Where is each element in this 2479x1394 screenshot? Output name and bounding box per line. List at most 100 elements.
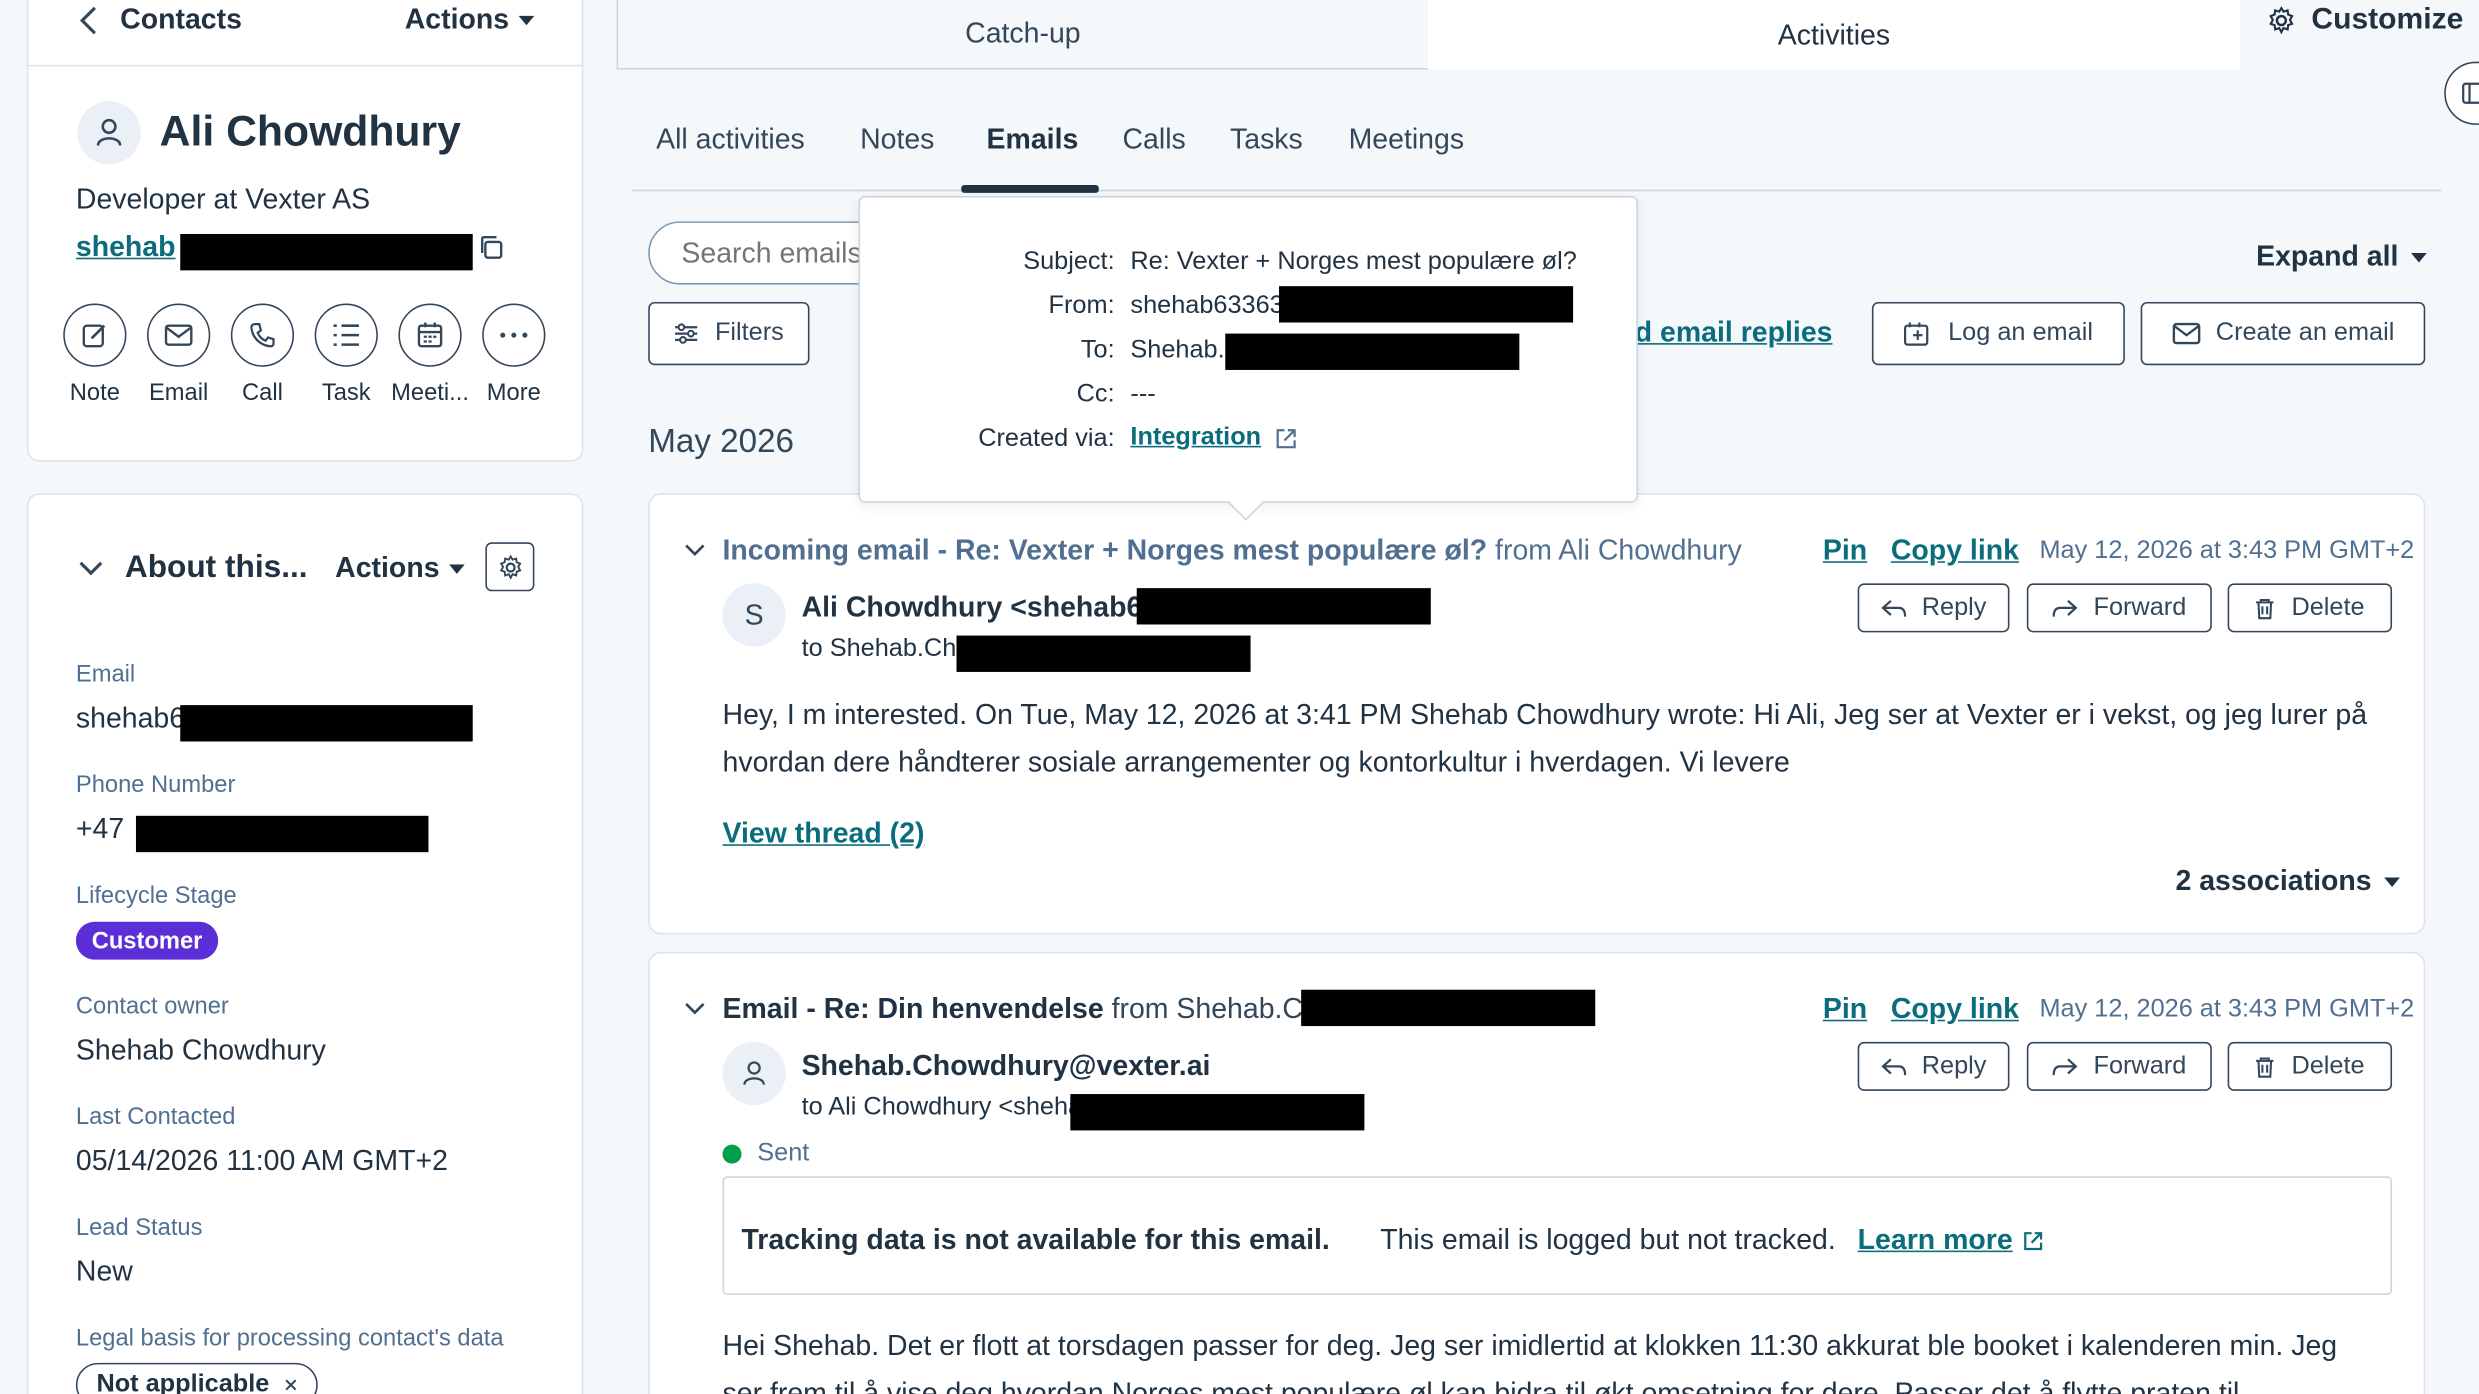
redacted-block <box>135 815 429 853</box>
person-icon <box>743 1061 765 1086</box>
lead-status-value[interactable]: New <box>76 1255 133 1288</box>
email2-copy-link[interactable]: Copy link <box>1891 993 2019 1026</box>
email2-pin-link[interactable]: Pin <box>1823 993 1867 1026</box>
active-tab-underline <box>961 184 1099 193</box>
email-details-tooltip: Subject: Re: Vexter + Norges mest populæ… <box>858 196 1638 503</box>
caret-down-icon <box>518 15 535 25</box>
email-prop-value[interactable]: shehab6 <box>76 702 185 735</box>
lifecycle-badge-label: Customer <box>91 927 203 955</box>
email1-sender: Ali Chowdhury <shehab6 <box>801 591 1143 623</box>
tooltip-from-value: shehab63363 <box>1130 292 1284 320</box>
quick-action-call[interactable]: Call <box>221 303 303 406</box>
contact-email-link[interactable]: shehab <box>76 231 176 264</box>
subtab-tasks[interactable]: Tasks <box>1230 123 1303 156</box>
email2-from-label: from Shehab.C <box>1111 992 1303 1025</box>
back-to-contacts[interactable]: Contacts <box>79 3 242 36</box>
email1-forward-button[interactable]: Forward <box>2026 583 2212 633</box>
email2-collapse-toggle[interactable] <box>685 1002 706 1015</box>
create-email-button[interactable]: Create an email <box>2140 301 2426 366</box>
quick-action-note[interactable]: Note <box>54 303 136 406</box>
integration-link[interactable]: Integration <box>1130 424 1297 452</box>
tracking-title: Tracking data is not available for this … <box>741 1223 1330 1256</box>
email-prop-label: Email <box>75 660 136 688</box>
about-collapse-toggle[interactable]: About this... <box>79 550 308 586</box>
copy-icon[interactable] <box>477 234 504 261</box>
contact-name: Ali Chowdhury <box>159 107 461 155</box>
email2-subject: Email - Re: Din henvendelse <box>722 992 1104 1025</box>
quick-action-label: Task <box>321 379 371 407</box>
redacted-block <box>180 705 473 742</box>
note-icon <box>63 303 127 367</box>
header-divider <box>26 64 584 67</box>
quick-action-meeting[interactable]: Meeti... <box>389 303 471 406</box>
email2-title[interactable]: Email - Re: Din henvendelse from Shehab.… <box>723 993 1303 1026</box>
subtab-emails[interactable]: Emails <box>987 123 1079 156</box>
subtab-divider <box>632 189 2442 192</box>
email1-avatar: S <box>722 583 786 647</box>
learn-more-label: Learn more <box>1857 1223 2013 1256</box>
sidebar-toggle-button[interactable] <box>2444 61 2479 125</box>
tab-label: Catch-up <box>965 17 1081 50</box>
reply-label: Reply <box>1921 1052 1987 1080</box>
email1-pin-link[interactable]: Pin <box>1823 534 1867 567</box>
email1-body-line-1: Hey, I m interested. On Tue, May 12, 202… <box>722 698 2368 731</box>
learn-more-link[interactable]: Learn more <box>1858 1224 2045 1257</box>
tab-activities[interactable]: Activities <box>1427 0 2241 70</box>
phone-prop-value[interactable]: +47 <box>76 813 124 846</box>
email1-collapse-toggle[interactable] <box>685 544 706 557</box>
close-icon[interactable] <box>285 1379 298 1392</box>
legal-basis-tag[interactable]: Not applicable <box>75 1362 319 1394</box>
subtab-calls[interactable]: Calls <box>1123 123 1186 156</box>
month-heading: May 2026 <box>648 423 795 461</box>
quick-action-email[interactable]: Email <box>138 303 220 406</box>
subtab-all-activities[interactable]: All activities <box>656 123 805 156</box>
email1-title[interactable]: Incoming email - Re: Vexter + Norges mes… <box>723 534 1742 567</box>
caret-down-icon <box>449 563 465 574</box>
sliders-icon <box>674 323 699 345</box>
phone-prop-label: Phone Number <box>75 771 236 799</box>
associations-label: 2 associations <box>2175 864 2372 897</box>
log-email-button[interactable]: Log an email <box>1871 301 2125 366</box>
email2-reply-button[interactable]: Reply <box>1857 1041 2010 1091</box>
tooltip-to-label: To: <box>1080 336 1115 364</box>
about-actions-dropdown[interactable]: Actions <box>335 552 465 585</box>
quick-action-label: More <box>486 379 541 407</box>
associations-dropdown[interactable]: 2 associations <box>2175 864 2401 898</box>
filters-label: Filters <box>714 319 784 347</box>
forward-label: Forward <box>2093 1052 2187 1080</box>
owner-prop-value[interactable]: Shehab Chowdhury <box>76 1034 326 1067</box>
about-settings-button[interactable] <box>485 542 535 592</box>
sent-status: Sent <box>722 1140 809 1168</box>
email2-delete-button[interactable]: Delete <box>2227 1041 2393 1091</box>
last-contacted-label: Last Contacted <box>75 1103 236 1131</box>
subtab-notes[interactable]: Notes <box>860 123 934 156</box>
tab-catch-up[interactable]: Catch-up <box>616 0 1430 70</box>
header-actions-dropdown[interactable]: Actions <box>405 3 535 36</box>
subtab-meetings[interactable]: Meetings <box>1349 123 1464 156</box>
email1-reply-button[interactable]: Reply <box>1857 583 2010 633</box>
legal-basis-label: Legal basis for processing contact's dat… <box>75 1324 504 1352</box>
filters-button[interactable]: Filters <box>648 301 810 366</box>
email1-copy-link[interactable]: Copy link <box>1891 534 2019 567</box>
reply-icon <box>1880 1057 1906 1076</box>
email2-forward-button[interactable]: Forward <box>2026 1041 2212 1091</box>
contacts-link: Contacts <box>120 3 242 35</box>
expand-all-dropdown[interactable]: Expand all <box>2256 240 2427 273</box>
lifecycle-badge[interactable]: Customer <box>75 921 219 960</box>
redacted-block <box>1136 588 1431 625</box>
status-dot-icon <box>722 1144 742 1164</box>
lead-status-label: Lead Status <box>75 1214 203 1242</box>
contact-avatar <box>77 101 141 165</box>
forward-label: Forward <box>2093 593 2187 621</box>
forward-icon <box>2052 1057 2078 1076</box>
email1-delete-button[interactable]: Delete <box>2227 583 2393 633</box>
email-replies-link[interactable]: d email replies <box>1635 316 1833 349</box>
view-thread-link[interactable]: View thread (2) <box>723 817 925 850</box>
create-email-label: Create an email <box>2215 319 2395 347</box>
tooltip-subject-label: Subject: <box>1023 248 1115 276</box>
customize-button[interactable]: Customize <box>2267 3 2463 38</box>
redacted-block <box>1225 333 1520 370</box>
log-email-label: Log an email <box>1948 319 2093 347</box>
quick-action-more[interactable]: More <box>473 303 555 407</box>
quick-action-task[interactable]: Task <box>305 303 387 407</box>
